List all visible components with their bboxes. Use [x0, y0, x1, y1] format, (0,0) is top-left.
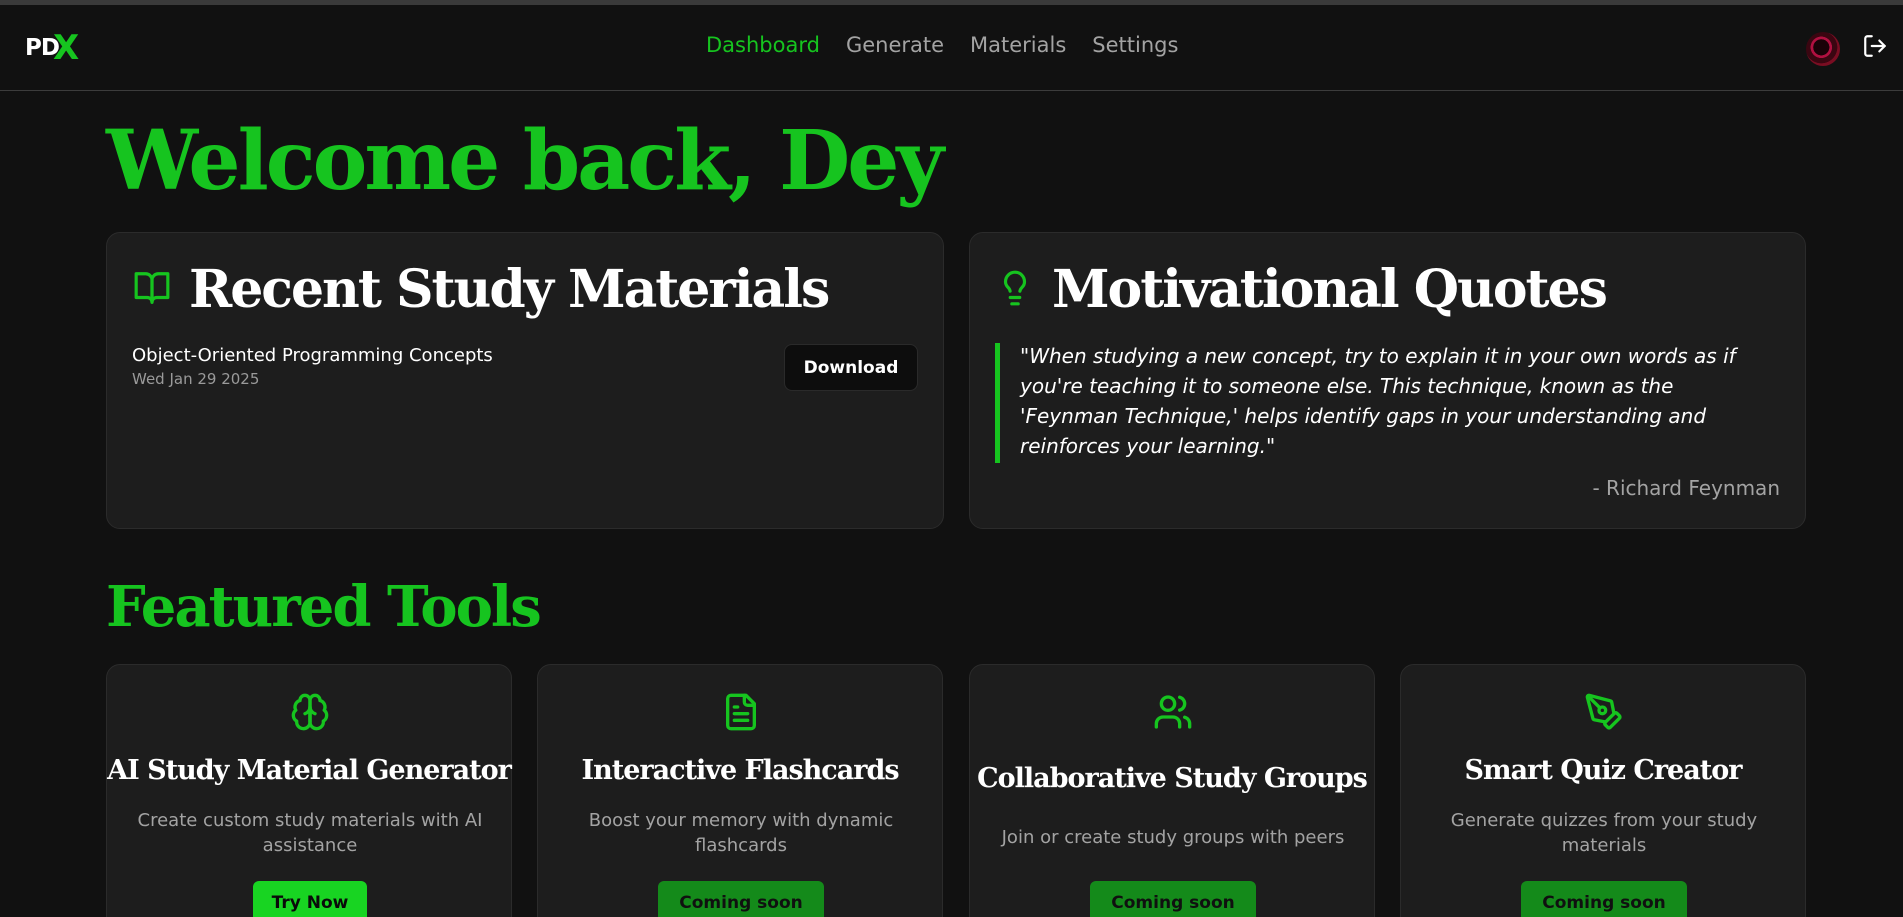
material-date: Wed Jan 29 2025	[132, 370, 260, 388]
tool-description: Create custom study materials with AI as…	[137, 810, 483, 856]
featured-tools-heading: Featured Tools	[106, 574, 542, 640]
nav-dashboard[interactable]: Dashboard	[706, 33, 820, 57]
quote-text: "When studying a new concept, try to exp…	[1020, 344, 1736, 458]
user-avatar[interactable]	[1806, 32, 1840, 66]
nav-materials[interactable]: Materials	[970, 33, 1066, 57]
coming-soon-button: Coming soon	[658, 881, 824, 917]
tool-description: Boost your memory with dynamic flashcard…	[588, 810, 894, 856]
brain-icon	[291, 693, 329, 731]
nav-settings[interactable]: Settings	[1092, 33, 1178, 57]
tool-card-ai-generator: AI Study Material Generator Create custo…	[106, 664, 512, 917]
logout-icon[interactable]	[1862, 33, 1888, 59]
quote-author: - Richard Feynman	[1592, 476, 1780, 500]
download-button[interactable]: Download	[784, 344, 918, 391]
coming-soon-button: Coming soon	[1090, 881, 1256, 917]
book-open-icon	[134, 272, 170, 304]
tool-description: Join or create study groups with peers	[1001, 827, 1345, 848]
tool-title: Smart Quiz Creator	[1464, 755, 1743, 786]
app-logo[interactable]: PD X	[25, 30, 79, 66]
tool-card-study-groups: Collaborative Study Groups Join or creat…	[969, 664, 1375, 917]
nav-generate[interactable]: Generate	[846, 33, 944, 57]
recent-materials-card: Recent Study Materials Object-Oriented P…	[106, 232, 944, 529]
logo-accent: X	[52, 28, 80, 68]
pen-tool-icon	[1585, 693, 1622, 730]
quote-accent-bar	[995, 343, 1000, 463]
tool-card-quiz-creator: Smart Quiz Creator Generate quizzes from…	[1400, 664, 1806, 917]
tool-title: Interactive Flashcards	[581, 755, 899, 786]
welcome-heading: Welcome back, Dey	[106, 113, 944, 209]
try-now-button[interactable]: Try Now	[253, 881, 367, 917]
tool-title: AI Study Material Generator	[107, 755, 512, 786]
tool-title: Collaborative Study Groups	[977, 763, 1368, 794]
tool-description: Generate quizzes from your study materia…	[1450, 810, 1758, 856]
top-navbar: PD X Dashboard Generate Materials Settin…	[0, 5, 1903, 91]
file-text-icon	[726, 693, 756, 731]
tool-card-flashcards: Interactive Flashcards Boost your memory…	[537, 664, 943, 917]
recent-materials-title: Recent Study Materials	[189, 259, 830, 320]
coming-soon-button: Coming soon	[1521, 881, 1687, 917]
material-title: Object-Oriented Programming Concepts	[132, 345, 493, 366]
motivational-quotes-card: Motivational Quotes "When studying a new…	[969, 232, 1806, 529]
users-icon	[1154, 695, 1192, 729]
main-nav: Dashboard Generate Materials Settings	[706, 33, 1178, 57]
quotes-title: Motivational Quotes	[1052, 259, 1608, 320]
lightbulb-icon	[1003, 270, 1027, 306]
